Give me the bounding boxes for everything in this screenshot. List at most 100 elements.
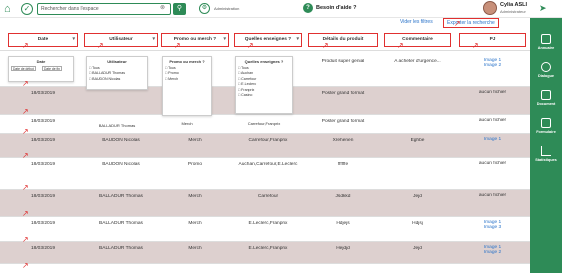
cell-date: 18/03/2019 xyxy=(30,138,55,143)
chevron-down-icon[interactable]: ▾ xyxy=(152,34,155,45)
search-button[interactable]: ⚲ xyxy=(173,3,186,15)
annotation-arrow-icon: ↗ xyxy=(247,41,254,50)
sidebar-item-annuaire[interactable]: Annuaire xyxy=(530,34,562,50)
chevron-down-icon[interactable]: ▾ xyxy=(223,34,226,45)
search-input[interactable]: Rechercher dans l'espace xyxy=(37,3,171,15)
column-header-date[interactable]: Date ▾ xyxy=(8,33,78,47)
table-row[interactable]: 18/03/2019 BAUDON Nicolas Merch Carrefour,F… xyxy=(0,134,530,158)
export-search-link[interactable]: Exporter la recherche xyxy=(443,18,499,28)
column-header-comment[interactable]: Commentaire xyxy=(384,33,451,47)
no-file-text: aucun fichier xyxy=(478,90,507,95)
attachment-link[interactable]: Image 2 xyxy=(459,63,526,68)
sidebar-item-dialogue[interactable]: Dialogue xyxy=(530,62,562,78)
home-icon[interactable]: ⌂ xyxy=(4,3,16,15)
annotation-arrow-icon: ↗ xyxy=(22,127,29,136)
annotation-arrow-icon: ↗ xyxy=(22,79,29,88)
annotation-arrow-icon: ↗ xyxy=(22,235,29,244)
attachment-link[interactable]: Image 1 xyxy=(459,137,526,142)
filter-option[interactable]: □ Casino xyxy=(236,93,292,97)
cell-user: BALLADUR Thomas xyxy=(99,246,143,251)
table-row[interactable]: 18/03/2019 BALLADUR Thomas Merch E.Leclerc,… xyxy=(0,242,530,264)
filter-option[interactable]: □ BAUDON Nicolas xyxy=(87,77,147,81)
sidebar-label: Document xyxy=(536,102,556,106)
document-icon xyxy=(541,90,551,100)
column-header-promo[interactable]: Promo ou merch ? ▾ xyxy=(161,33,229,47)
filter-option[interactable]: □ Tous xyxy=(163,66,211,70)
column-header-pj[interactable]: PJ xyxy=(459,33,526,47)
cell-type: Promo xyxy=(187,162,203,167)
clear-search-icon[interactable]: ⊗ xyxy=(160,4,165,11)
filter-option[interactable]: □ Tous xyxy=(87,66,147,70)
chart-icon xyxy=(541,146,551,156)
cell-store: Carrefour,Franprix xyxy=(248,138,288,143)
filter-option[interactable]: □ Carrefour xyxy=(236,77,292,81)
table-row[interactable]: 18/03/2019 BALLADUR Thomas Merch E.Leclerc,… xyxy=(0,217,530,242)
option-label: Promo xyxy=(168,71,179,75)
annotation-arrow-icon: ↗ xyxy=(22,261,29,270)
annotation-arrow-icon: ↗ xyxy=(322,41,329,50)
filter-option[interactable]: □ Franprix xyxy=(236,88,292,92)
column-header-stores[interactable]: Quelles enseignes ? ▾ xyxy=(234,33,302,47)
cell-store: Auchan,Carrefour,E.Leclerc xyxy=(238,162,298,167)
cell-type: Merch xyxy=(188,138,202,143)
no-file-text: aucun fichier xyxy=(478,161,507,166)
cell-date: 18/03/2019 xyxy=(30,194,55,199)
column-header-product[interactable]: Détails du produit xyxy=(308,33,378,47)
help-icon[interactable]: ? xyxy=(303,3,313,13)
table-row[interactable]: 18/03/2019 BALLADUR Thomas Merch Carrefour J… xyxy=(0,190,530,217)
sidebar-label: Statistiques xyxy=(535,158,557,162)
reset-filters-link[interactable]: Vider les filtres xyxy=(400,19,433,25)
column-header-user[interactable]: Utilisateur ▾ xyxy=(84,33,158,47)
help-label[interactable]: Besoin d'aide ? xyxy=(316,5,356,11)
cell-comment: Hdjsj xyxy=(412,221,423,226)
option-label: Tous xyxy=(241,65,249,70)
attachment-link[interactable]: Image 2 xyxy=(459,250,526,255)
send-icon[interactable]: ➤ xyxy=(539,3,547,14)
sidebar-item-statistiques[interactable]: Statistiques xyxy=(530,146,562,162)
filter-option[interactable]: □ Promo xyxy=(163,71,211,75)
end-date-field[interactable]: Date de fin xyxy=(42,66,62,71)
column-label: Utilisateur xyxy=(109,37,133,42)
cell-user: BAUDON Nicolas xyxy=(102,162,140,167)
filter-options: □ Tous □ BALLADUR Thomas □ BAUDON Nicolas xyxy=(87,66,147,81)
cell-product: Produit super genial xyxy=(321,59,365,64)
cell-attachments: aucun fichier xyxy=(459,161,526,166)
option-label: Merch xyxy=(168,76,179,81)
admin-label[interactable]: Administration xyxy=(214,6,239,11)
table-row[interactable]: 18/03/2019 BAUDON Nicolas Promo Auchan,Carr… xyxy=(0,158,530,190)
check-icon[interactable]: ✓ xyxy=(21,3,33,15)
column-label: Date xyxy=(37,37,49,42)
avatar[interactable] xyxy=(483,1,497,15)
annotation-arrow-icon: ↗ xyxy=(22,183,29,192)
promo-filter-panel: Promo ou merch ? □ Tous □ Promo □ Merch xyxy=(162,56,212,116)
filter-option[interactable]: □ Auchan xyxy=(236,71,292,75)
cell-product: ffffffe xyxy=(337,162,349,167)
filter-option[interactable]: □ Merch xyxy=(163,77,211,81)
filter-option[interactable]: □ BALLADUR Thomas xyxy=(87,71,147,75)
cell-date: 18/03/2019 xyxy=(30,221,55,226)
stores-filter-panel: Quelles enseignes ? □ Tous □ Auchan □ Carr… xyxy=(235,56,293,114)
annotation-arrow-icon: ↗ xyxy=(22,151,29,160)
chevron-down-icon[interactable]: ▾ xyxy=(72,34,75,45)
annotation-arrow-icon: ↗ xyxy=(174,41,181,50)
sidebar-item-formulaire[interactable]: Formulaire xyxy=(530,118,562,134)
filter-title: Promo ou merch ? xyxy=(169,59,205,64)
user-cell-partial: BALLADUR Thomas xyxy=(98,123,136,128)
filter-option[interactable]: □ E.Leclerc xyxy=(236,82,292,86)
sidebar-item-document[interactable]: Document xyxy=(530,90,562,106)
cell-comment: Eghbe xyxy=(410,138,425,143)
sidebar-label: Formulaire xyxy=(536,130,556,134)
cell-product: Hejdjd xyxy=(336,246,350,251)
annotation-arrow-icon: ↗ xyxy=(22,209,29,218)
cell-product: Poster grand format xyxy=(321,91,365,96)
contacts-icon xyxy=(541,34,551,44)
chevron-down-icon[interactable]: ▾ xyxy=(296,34,299,45)
cell-attachments: Image 1 xyxy=(459,137,526,142)
cell-user: BALLADUR Thomas xyxy=(99,221,143,226)
filter-option[interactable]: □ Tous xyxy=(236,66,292,70)
attachment-link[interactable]: Image 3 xyxy=(459,225,526,230)
annotation-arrow-icon: ↗ xyxy=(397,41,404,50)
start-date-field[interactable]: Date de début xyxy=(11,66,36,71)
cell-type: Merch xyxy=(188,194,202,199)
settings-icon[interactable]: ⚙ xyxy=(199,3,210,14)
